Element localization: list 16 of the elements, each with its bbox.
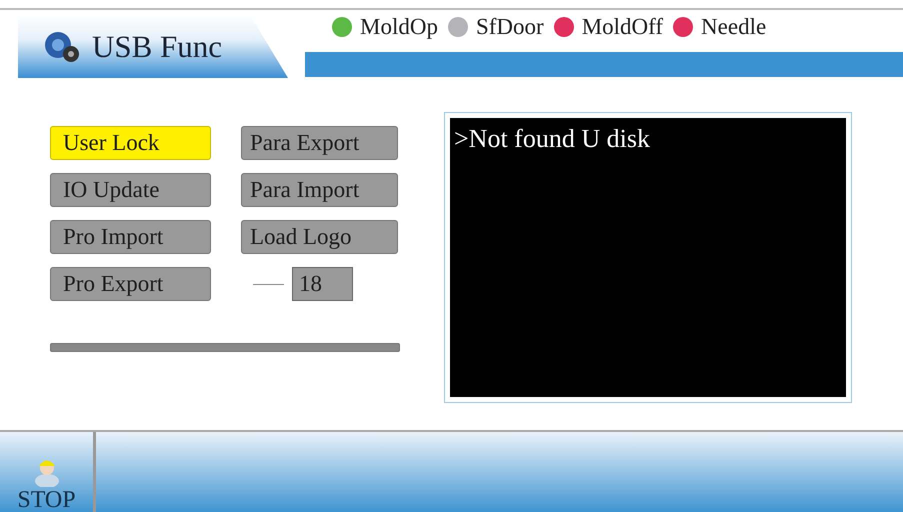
screen-title: USB Func — [92, 28, 222, 64]
status-label: MoldOp — [360, 14, 438, 40]
function-button[interactable]: Load Logo — [241, 220, 398, 254]
function-button[interactable]: Pro Import — [50, 220, 211, 254]
number-field[interactable]: 18 — [292, 267, 353, 301]
status-label: SfDoor — [476, 14, 544, 40]
function-button[interactable]: Pro Export — [50, 267, 211, 301]
function-button[interactable]: Para Import — [241, 173, 398, 207]
status-message: Not found U disk — [468, 124, 650, 154]
function-button[interactable]: Para Export — [241, 126, 398, 160]
status-label: Needle — [701, 14, 766, 40]
gear-icon — [42, 30, 82, 64]
status-label: MoldOff — [582, 14, 664, 40]
function-button[interactable]: IO Update — [50, 173, 211, 207]
prompt-symbol: > — [454, 124, 469, 154]
function-button[interactable]: User Lock — [50, 126, 211, 160]
